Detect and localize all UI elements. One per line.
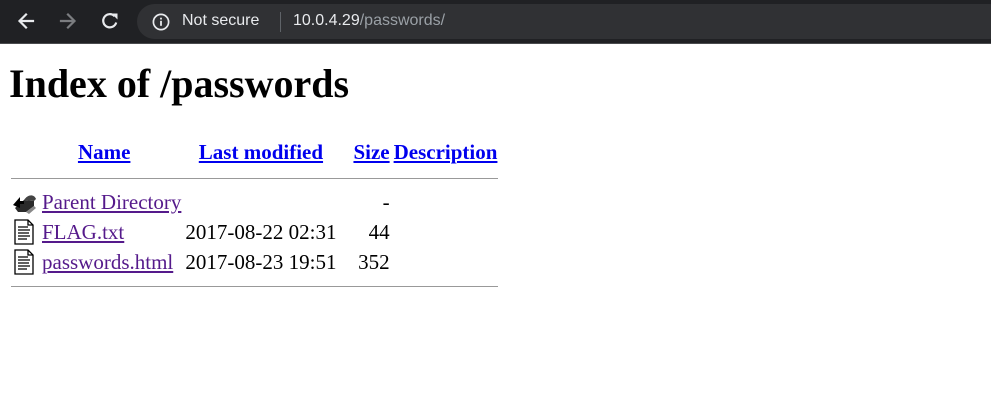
size-column-header: Size — [339, 136, 390, 168]
sort-by-name-link[interactable]: Name — [78, 140, 130, 164]
table-row: passwords.html 2017-08-23 19:51 352 — [11, 248, 498, 276]
footer-divider-cell — [11, 286, 499, 287]
description-cell — [393, 189, 499, 216]
last-modified-column-header: Last modified — [184, 136, 337, 168]
size-cell: 352 — [358, 249, 390, 274]
description-cell — [393, 248, 499, 276]
url-text[interactable]: 10.0.4.29/passwords/ — [293, 12, 445, 30]
name-cell: Parent Directory — [41, 189, 182, 216]
sort-by-size-link[interactable]: Size — [353, 140, 389, 164]
icon-cell — [11, 189, 39, 216]
size-cell: - — [382, 190, 390, 214]
security-label[interactable]: Not secure — [182, 12, 259, 30]
footer-divider — [11, 286, 499, 287]
icon-column-header — [11, 136, 39, 168]
info-circle-icon[interactable] — [152, 13, 170, 31]
directory-listing-table: Name Last modified Size Description Pare… — [9, 134, 500, 289]
spacer-row — [11, 181, 498, 187]
name-cell: FLAG.txt — [41, 218, 182, 246]
spacer-cell — [11, 181, 498, 187]
table-row: FLAG.txt 2017-08-22 02:31 44 — [11, 218, 498, 246]
blank-header-icon — [13, 137, 37, 161]
back-button[interactable] — [12, 7, 40, 35]
parent-directory-link[interactable]: Parent Directory — [42, 190, 181, 214]
forward-button[interactable] — [54, 7, 82, 35]
header-divider-row — [11, 178, 499, 179]
spacer-cell — [11, 278, 498, 284]
sort-by-last-modified-link[interactable]: Last modified — [199, 140, 323, 164]
reload-button[interactable] — [96, 7, 124, 35]
arrow-right-icon — [59, 12, 77, 30]
browser-toolbar: Not secure 10.0.4.29/passwords/ — [0, 0, 991, 44]
file-link-flag-txt[interactable]: FLAG.txt — [42, 220, 124, 244]
name-column-header: Name — [41, 136, 182, 168]
last-modified-cell: 2017-08-22 02:31 — [185, 219, 337, 244]
spacer-cell — [11, 170, 498, 176]
table-row: Parent Directory - — [11, 189, 498, 216]
omnibox-divider — [280, 12, 281, 32]
back-folder-icon — [13, 194, 36, 214]
last-modified-cell: 2017-08-23 19:51 — [185, 249, 337, 274]
spacer-row — [11, 278, 498, 284]
last-modified-cell — [184, 189, 337, 216]
header-divider — [11, 178, 499, 179]
description-column-header: Description — [393, 136, 499, 168]
table-header-row: Name Last modified Size Description — [11, 136, 498, 168]
page-title: Index of /passwords — [9, 61, 350, 106]
address-bar[interactable]: Not secure 10.0.4.29/passwords/ — [137, 4, 991, 39]
arrow-left-icon — [17, 12, 35, 30]
name-cell: passwords.html — [41, 248, 182, 276]
header-divider-cell — [11, 178, 499, 179]
size-cell: 44 — [368, 219, 390, 244]
description-cell — [393, 218, 499, 246]
text-file-icon — [14, 219, 34, 245]
text-file-icon — [14, 249, 34, 275]
icon-cell — [11, 248, 39, 276]
url-host: 10.0.4.29 — [293, 12, 360, 29]
sort-by-description-link[interactable]: Description — [394, 140, 498, 164]
icon-cell — [11, 218, 39, 246]
spacer-row — [11, 170, 498, 176]
reload-icon — [102, 13, 118, 29]
footer-divider-row — [11, 286, 499, 287]
file-link-passwords-html[interactable]: passwords.html — [42, 250, 173, 274]
url-path: /passwords/ — [359, 12, 446, 29]
